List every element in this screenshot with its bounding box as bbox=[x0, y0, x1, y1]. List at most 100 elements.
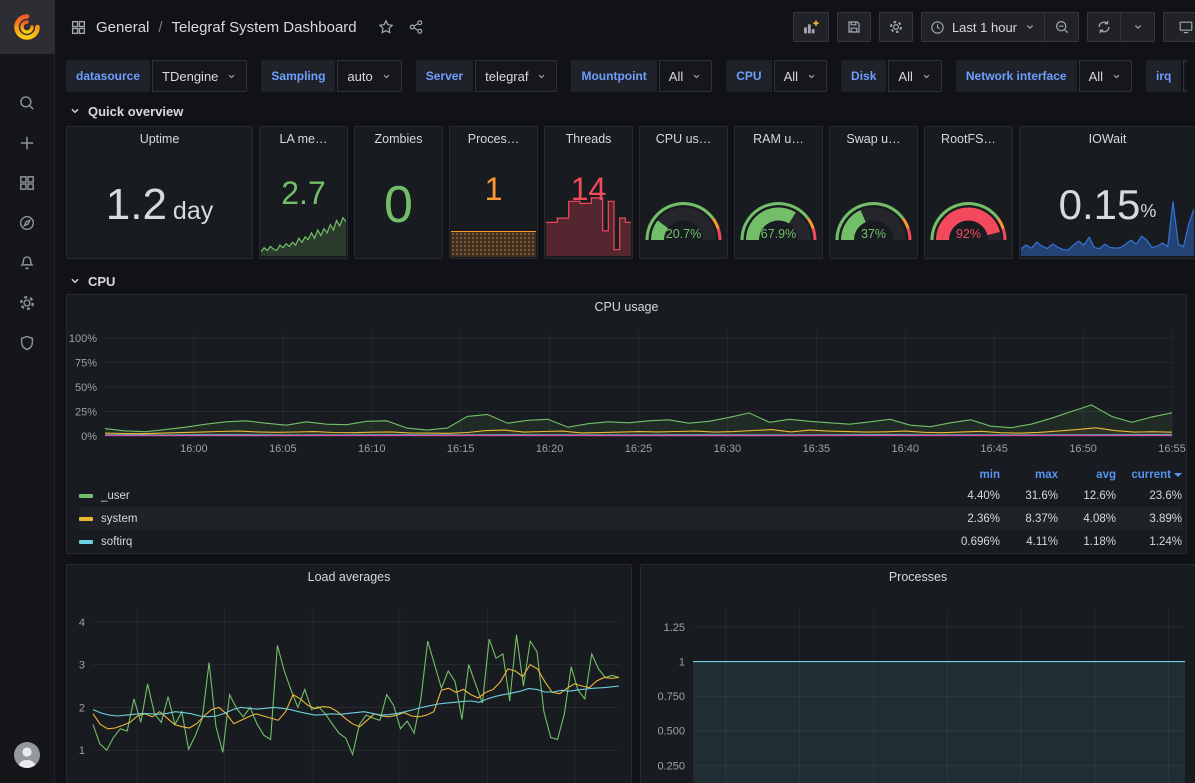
filter-value-dropdown[interactable]: All bbox=[888, 60, 941, 92]
cpu-usage-legend: min max avg current _user 4.40% 31.6% 12… bbox=[67, 460, 1186, 553]
main-content: General / Telegraf System Dashboard bbox=[55, 0, 1195, 783]
panel-title[interactable]: LA me… bbox=[260, 127, 347, 151]
legend-min: 2.36% bbox=[942, 513, 1000, 525]
svg-text:67.9%: 67.9% bbox=[761, 227, 796, 241]
panel-title[interactable]: Load averages bbox=[67, 565, 631, 589]
panel-title[interactable]: Proces… bbox=[450, 127, 537, 151]
panel-ram-usage-gauge: RAM u… 67.9% bbox=[734, 126, 823, 259]
panel-title[interactable]: Swap u… bbox=[830, 127, 917, 151]
refresh-button[interactable] bbox=[1087, 12, 1121, 42]
panel-processes-graph: Processes 0.2500.5000.75011.25 bbox=[640, 564, 1195, 783]
panel-title[interactable]: Uptime bbox=[67, 127, 252, 151]
swap-gauge: 37% bbox=[832, 153, 915, 252]
svg-text:20.7%: 20.7% bbox=[666, 227, 701, 241]
filter-label: CPU bbox=[726, 60, 771, 92]
grafana-logo[interactable] bbox=[0, 0, 55, 54]
sidebar bbox=[0, 0, 55, 783]
sidebar-admin-shield-icon[interactable] bbox=[7, 330, 47, 356]
panel-title[interactable]: Processes bbox=[641, 565, 1195, 589]
legend-series-toggle[interactable]: _user bbox=[79, 490, 942, 502]
legend-sort-current[interactable]: current bbox=[1116, 469, 1182, 481]
svg-text:1: 1 bbox=[79, 745, 85, 757]
svg-text:100%: 100% bbox=[69, 333, 97, 345]
panel-title[interactable]: CPU usage bbox=[67, 295, 1186, 319]
filter-value-dropdown[interactable]: All bbox=[1183, 60, 1187, 92]
legend-avg: 4.08% bbox=[1058, 513, 1116, 525]
star-icon[interactable] bbox=[378, 19, 394, 35]
section-cpu[interactable]: CPU bbox=[66, 268, 1187, 294]
time-controls: Last 1 hour bbox=[921, 12, 1079, 42]
filter-value-dropdown[interactable]: TDengine bbox=[152, 60, 247, 92]
svg-text:16:00: 16:00 bbox=[180, 443, 208, 455]
legend-sort-min[interactable]: min bbox=[942, 469, 1000, 481]
panel-title[interactable]: Threads bbox=[545, 127, 632, 151]
svg-text:16:35: 16:35 bbox=[803, 443, 831, 455]
svg-text:16:55: 16:55 bbox=[1158, 443, 1186, 455]
legend-series-toggle[interactable]: system bbox=[79, 513, 942, 525]
panel-swap-usage-gauge: Swap u… 37% bbox=[829, 126, 918, 259]
legend-max: 8.37% bbox=[1000, 513, 1058, 525]
legend-sort-max[interactable]: max bbox=[1000, 469, 1058, 481]
sidebar-alerting-icon[interactable] bbox=[7, 250, 47, 276]
filter-value-dropdown[interactable]: All bbox=[774, 60, 827, 92]
svg-text:16:25: 16:25 bbox=[625, 443, 653, 455]
series-swatch bbox=[79, 494, 93, 498]
sidebar-search-icon[interactable] bbox=[7, 90, 47, 116]
chevron-down-icon bbox=[806, 71, 817, 82]
svg-text:4: 4 bbox=[79, 617, 85, 629]
sidebar-explore-icon[interactable] bbox=[7, 210, 47, 236]
svg-text:16:20: 16:20 bbox=[536, 443, 564, 455]
chevron-down-icon bbox=[691, 71, 702, 82]
section-quick-overview[interactable]: Quick overview bbox=[66, 98, 1187, 124]
section-chevron-icon bbox=[68, 104, 82, 118]
panel-body: 92% bbox=[925, 151, 1012, 258]
panel-body: 37% bbox=[830, 151, 917, 258]
processes-chart[interactable]: 0.2500.5000.75011.25 bbox=[641, 589, 1195, 783]
filter-value-dropdown[interactable]: All bbox=[1079, 60, 1132, 92]
load-averages-chart[interactable]: 16:0016:1016:2016:3016:4016:5001234 bbox=[67, 589, 631, 783]
filter-value-dropdown[interactable]: auto bbox=[337, 60, 401, 92]
filter-value-dropdown[interactable]: All bbox=[659, 60, 712, 92]
refresh-interval-dropdown[interactable] bbox=[1121, 12, 1155, 42]
filter-label: Sampling bbox=[261, 60, 335, 92]
add-panel-button[interactable] bbox=[793, 12, 829, 42]
series-name: system bbox=[101, 513, 137, 525]
svg-text:75%: 75% bbox=[75, 357, 97, 369]
stat-value: 14 bbox=[571, 173, 607, 205]
legend-min: 4.40% bbox=[942, 490, 1000, 502]
dashboard-settings-button[interactable] bbox=[879, 12, 913, 42]
sidebar-create-icon[interactable] bbox=[7, 130, 47, 156]
cycle-view-mode-button[interactable] bbox=[1163, 12, 1195, 42]
filter-value-dropdown[interactable]: telegraf bbox=[475, 60, 557, 92]
svg-text:25%: 25% bbox=[75, 406, 97, 418]
panel-body: 0.15 % bbox=[1020, 151, 1195, 258]
panel-title[interactable]: CPU us… bbox=[640, 127, 727, 151]
legend-current: 3.89% bbox=[1116, 513, 1182, 525]
panel-title[interactable]: RAM u… bbox=[735, 127, 822, 151]
legend-series-toggle[interactable]: softirq bbox=[79, 536, 942, 548]
panel-title[interactable]: Zombies bbox=[355, 127, 442, 151]
stat-value: 2.7 bbox=[281, 177, 325, 209]
zoom-out-time-button[interactable] bbox=[1045, 12, 1079, 42]
dashboard-title[interactable]: Telegraf System Dashboard bbox=[172, 19, 357, 36]
series-swatch bbox=[79, 517, 93, 521]
panel-body: 0 bbox=[355, 151, 442, 258]
legend-sort-avg[interactable]: avg bbox=[1058, 469, 1116, 481]
cpu-usage-chart[interactable]: 16:0016:0516:1016:1516:2016:2516:3016:35… bbox=[67, 319, 1186, 460]
filter-datasource: datasource TDengine bbox=[66, 60, 247, 92]
time-range-picker[interactable]: Last 1 hour bbox=[921, 12, 1045, 42]
panel-la-medium: LA me… 2.7 bbox=[259, 126, 348, 259]
share-icon[interactable] bbox=[408, 19, 424, 35]
user-avatar[interactable] bbox=[13, 741, 41, 769]
stat-value: 0 bbox=[384, 179, 413, 231]
panel-title[interactable]: RootFS… bbox=[925, 127, 1012, 151]
svg-text:16:15: 16:15 bbox=[447, 443, 475, 455]
panel-title[interactable]: IOWait bbox=[1020, 127, 1195, 151]
sidebar-configuration-icon[interactable] bbox=[7, 290, 47, 316]
panel-load-averages: Load averages 16:0016:1016:2016:3016:401… bbox=[66, 564, 632, 783]
refresh-controls bbox=[1087, 12, 1155, 42]
svg-text:1.25: 1.25 bbox=[664, 622, 685, 634]
breadcrumb-folder[interactable]: General bbox=[96, 19, 149, 36]
sidebar-dashboards-icon[interactable] bbox=[7, 170, 47, 196]
save-dashboard-button[interactable] bbox=[837, 12, 871, 42]
